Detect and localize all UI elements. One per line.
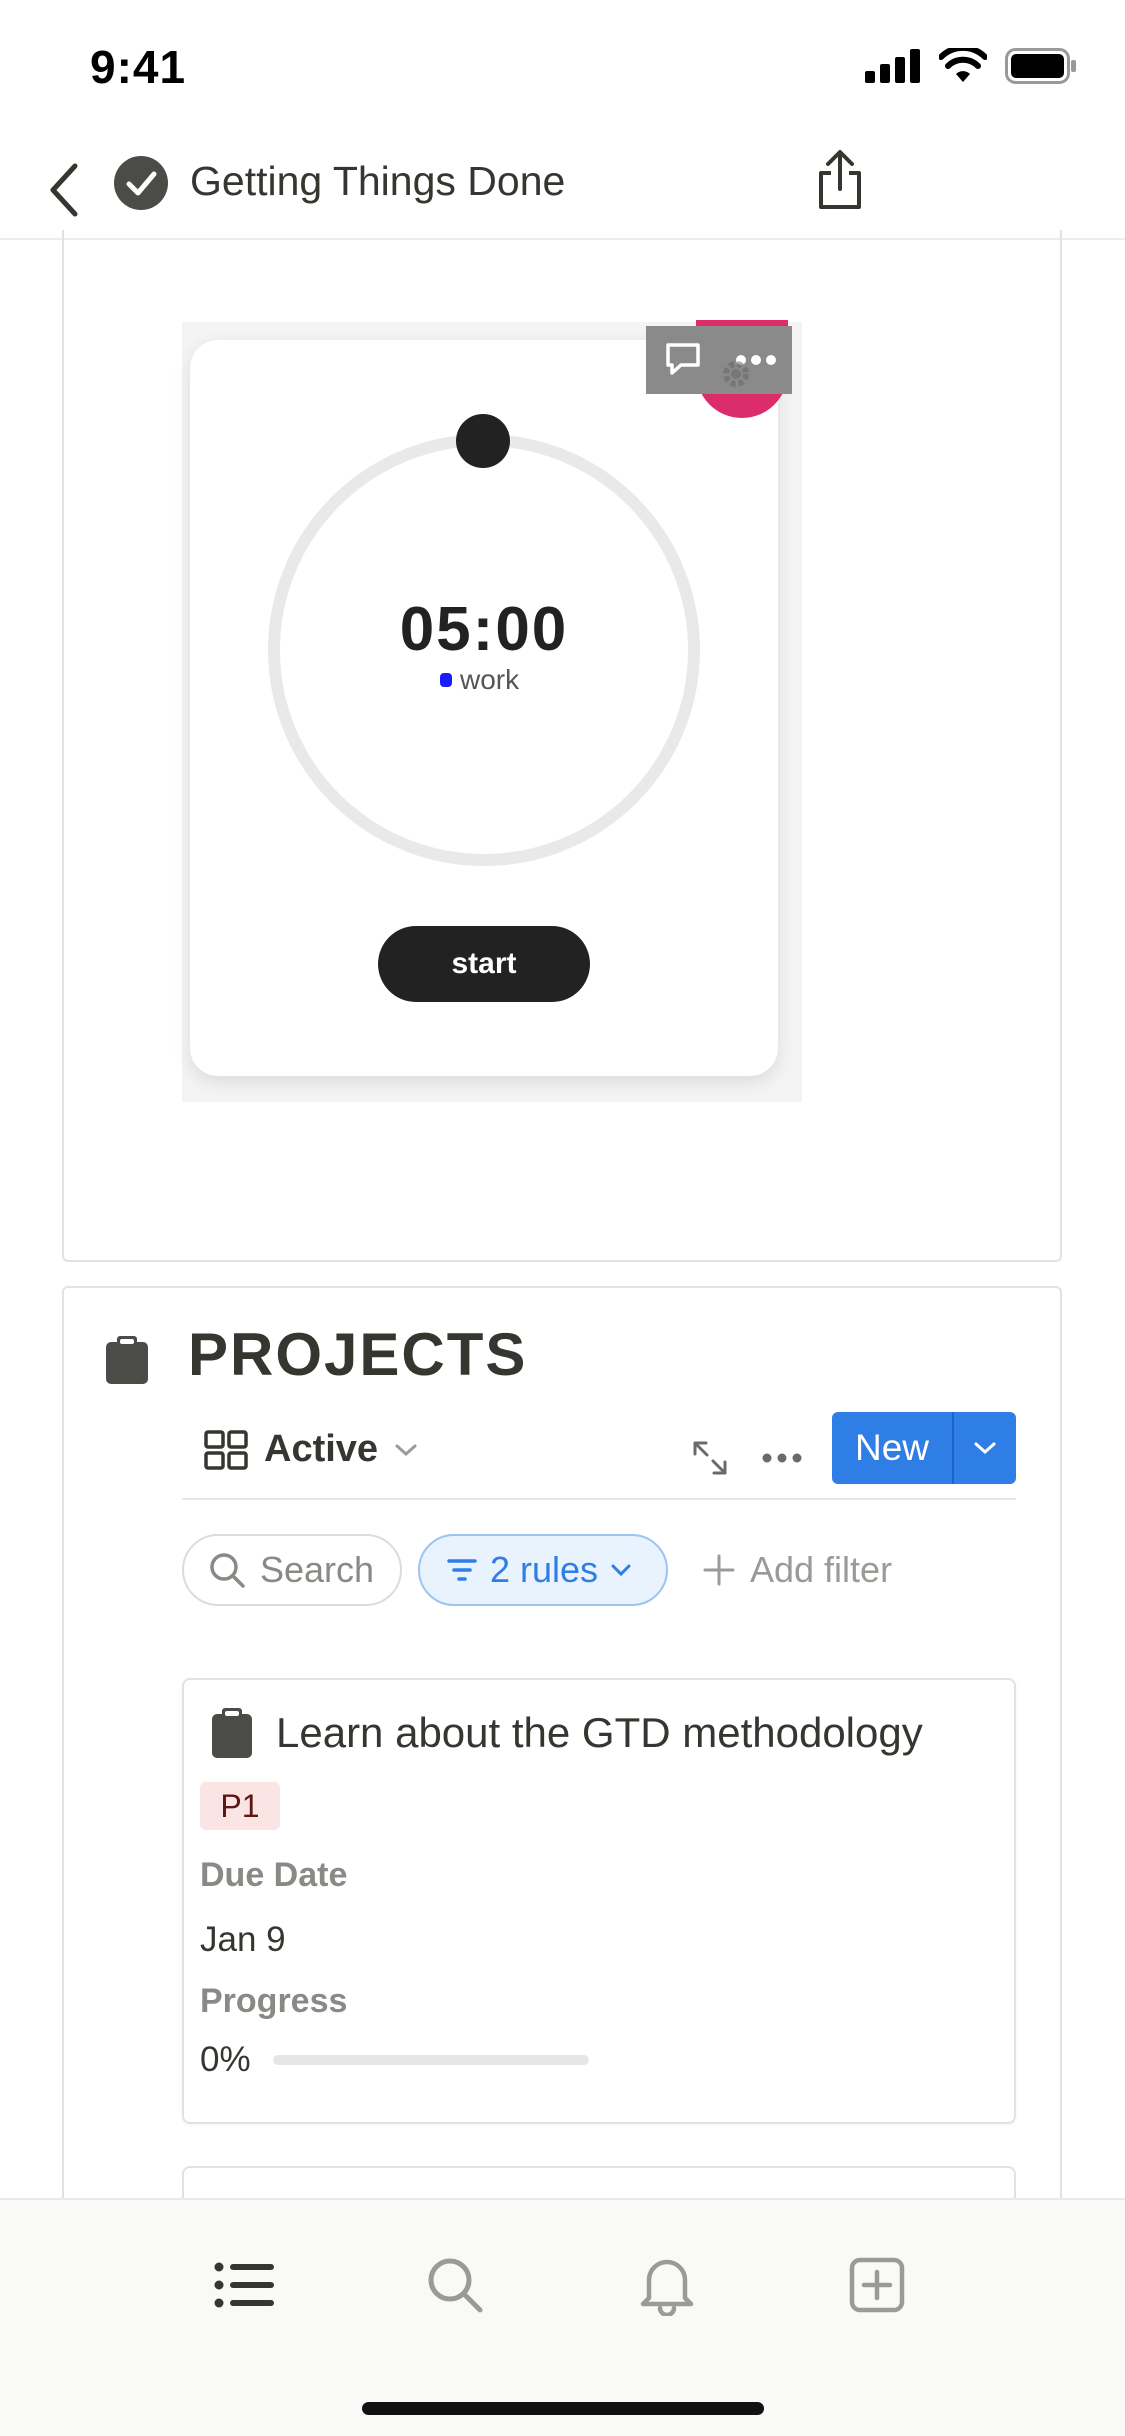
bottom-tab-bar [0, 2198, 1125, 2436]
search-icon [428, 2258, 483, 2313]
back-button[interactable] [28, 152, 98, 228]
view-selector[interactable]: Active [204, 1428, 418, 1471]
ellipsis-icon [762, 1453, 802, 1463]
status-icons [865, 48, 1077, 84]
timer-knob[interactable] [456, 414, 510, 468]
tab-notifications[interactable] [622, 2240, 712, 2330]
due-date-label: Due Date [200, 1856, 348, 1894]
chevron-left-icon [50, 163, 78, 217]
bell-icon [640, 2259, 694, 2316]
mode-dot-icon [440, 673, 452, 687]
clipboard-icon [212, 1708, 252, 1758]
chevron-down-icon [611, 1564, 631, 1577]
chevron-down-icon [974, 1442, 996, 1455]
clipboard-icon [106, 1336, 148, 1384]
timer-mode-label: work [460, 664, 520, 695]
gear-icon [723, 361, 749, 387]
rules-label: 2 rules [490, 1549, 599, 1590]
new-entry-button[interactable]: New [832, 1412, 1016, 1484]
view-more-button[interactable] [750, 1430, 814, 1486]
home-indicator [362, 2402, 764, 2415]
timer-mode: work [440, 664, 519, 696]
chevron-down-icon [395, 1444, 417, 1456]
list-icon [214, 2262, 274, 2308]
timer-start-button[interactable]: start [378, 926, 590, 1002]
share-button[interactable] [810, 145, 870, 215]
tab-new-page[interactable] [832, 2240, 922, 2330]
comment-icon [665, 343, 700, 375]
project-card[interactable]: Learn about the GTD methodology P1 Due D… [182, 1678, 1016, 2124]
plus-icon [703, 1554, 735, 1586]
share-icon [819, 150, 861, 209]
wifi-icon [939, 48, 987, 82]
search-label: Search [260, 1549, 375, 1590]
search-icon [210, 1553, 245, 1588]
tab-list[interactable] [200, 2240, 290, 2330]
open-full-page-button[interactable] [682, 1430, 738, 1486]
filter-icon [447, 1559, 477, 1581]
add-filter-button[interactable]: Add filter [702, 1549, 892, 1591]
gallery-view-icon [204, 1429, 248, 1470]
timer-display: 05:00 [399, 595, 569, 664]
view-toolbar: Active New [182, 1410, 1016, 1500]
comment-button[interactable] [646, 326, 719, 394]
page-title: Getting Things Done [190, 158, 566, 204]
filter-rules-button[interactable]: 2 rules [418, 1534, 668, 1606]
search-button[interactable]: Search [182, 1534, 402, 1606]
new-options-button[interactable] [954, 1412, 1016, 1484]
progress-bar [272, 2055, 589, 2065]
cellular-signal-icon [865, 49, 920, 83]
add-filter-label: Add filter [750, 1549, 893, 1590]
view-label: Active [264, 1428, 379, 1470]
status-bar: 9:41 [0, 0, 1125, 140]
add-page-icon [849, 2257, 905, 2313]
new-button-label[interactable]: New [832, 1412, 954, 1484]
due-date-value: Jan 9 [200, 1920, 286, 1959]
priority-tag: P1 [200, 1782, 280, 1830]
battery-icon [1005, 48, 1076, 84]
database-title: PROJECTS [188, 1321, 528, 1388]
status-time: 9:41 [90, 41, 187, 93]
tab-search[interactable] [410, 2240, 500, 2330]
expand-icon [693, 1441, 727, 1475]
progress-label: Progress [200, 1982, 348, 2020]
card-title-row: Learn about the GTD methodology [212, 1708, 923, 1758]
progress-value: 0% [200, 2040, 251, 2079]
progress-row: 0% [200, 2040, 589, 2080]
filter-row: Search 2 rules Add filter [182, 1532, 892, 1608]
page-check-icon [114, 156, 168, 210]
card-title: Learn about the GTD methodology [276, 1709, 923, 1756]
